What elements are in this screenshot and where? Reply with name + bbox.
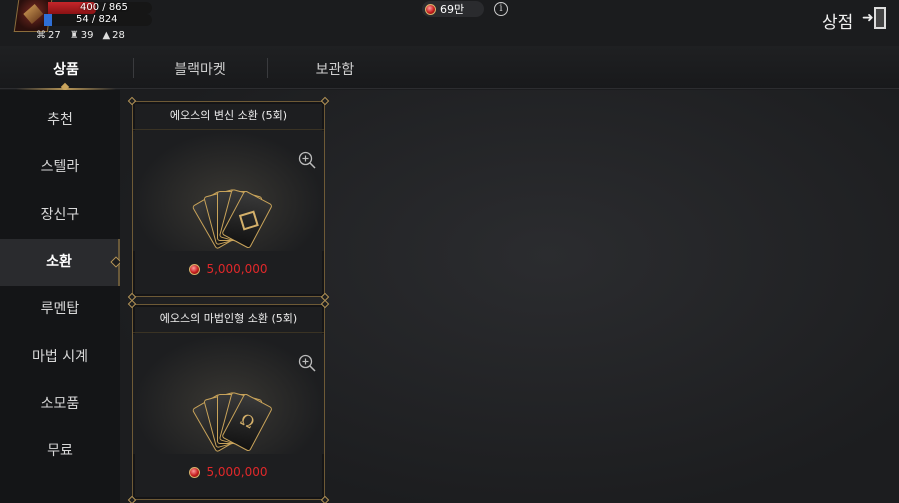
sidebar-item-magic-clock[interactable]: 마법 시계: [0, 334, 120, 381]
hp-bar: 400 / 865: [48, 2, 152, 14]
exit-button[interactable]: ➜: [862, 7, 888, 29]
sidebar-item-lumen-tower[interactable]: 루멘탑: [0, 286, 120, 333]
info-icon[interactable]: i: [494, 2, 508, 16]
tab-divider: [133, 58, 134, 78]
product-price: 5,000,000: [133, 262, 324, 276]
mp-fill: [44, 14, 52, 26]
red-gem-icon: [189, 263, 201, 275]
top-hud: 400 / 865 54 / 824 ⌘ 27 ♜ 39 ▲ 28 69만 i …: [0, 0, 899, 46]
arrow-right-icon: ➜: [862, 10, 874, 26]
page-title: 상점: [822, 13, 854, 33]
zoom-in-icon[interactable]: [298, 354, 316, 372]
product-card[interactable]: 에오스의 마법인형 소환 (5회) 5,000,000: [127, 299, 330, 503]
tab-black-market[interactable]: 블랙마켓: [150, 59, 250, 79]
zoom-in-icon[interactable]: [298, 151, 316, 169]
stat-boot: ▲ 28: [102, 30, 124, 41]
currency-display[interactable]: 69만: [422, 1, 484, 17]
boot-icon: ▲: [102, 30, 111, 41]
product-title: 에오스의 마법인형 소환 (5회): [133, 305, 324, 333]
tab-bar: 상품 블랙마켓 보관함: [0, 46, 899, 92]
class-emblem-icon: [22, 4, 45, 24]
sidebar-item-accessories[interactable]: 장신구: [0, 192, 120, 239]
stat-mount: ♜ 39: [70, 30, 94, 41]
stat-value: 27: [48, 30, 61, 41]
currency-value: 69만: [440, 3, 465, 16]
category-sidebar: 추천 스텔라 장신구 소환 루멘탑 마법 시계 소모품 무료: [0, 90, 122, 503]
product-area: 에오스의 변신 소환 (5회) 5,000,000 에오스의 마법인형 소환 (…: [120, 90, 899, 503]
tab-storage[interactable]: 보관함: [285, 59, 385, 79]
product-price: 5,000,000: [133, 465, 324, 479]
fatigue-icon: ⌘: [36, 30, 46, 41]
red-gem-icon: [425, 3, 436, 15]
mp-bar: 54 / 824: [44, 14, 152, 26]
stat-value: 39: [80, 30, 94, 41]
sidebar-item-label: 소환: [46, 254, 72, 270]
stat-fatigue: ⌘ 27: [36, 30, 61, 41]
price-value: 5,000,000: [206, 262, 268, 276]
product-image: [133, 334, 324, 454]
sidebar-item-stella[interactable]: 스텔라: [0, 144, 120, 191]
product-title: 에오스의 변신 소환 (5회): [133, 102, 324, 130]
door-icon: [874, 7, 886, 29]
card-fan-icon: [181, 364, 281, 453]
card-fan-icon: [181, 161, 281, 250]
price-value: 5,000,000: [206, 465, 268, 479]
status-stats: ⌘ 27 ♜ 39 ▲ 28: [36, 30, 125, 41]
tab-products[interactable]: 상품: [16, 59, 116, 79]
sidebar-item-recommended[interactable]: 추천: [0, 97, 120, 144]
sidebar-item-summon[interactable]: 소환: [0, 239, 122, 286]
mount-icon: ♜: [69, 30, 79, 41]
corner-ornament: [127, 495, 137, 503]
product-image: [133, 131, 324, 251]
tab-divider: [267, 58, 268, 78]
red-gem-icon: [189, 466, 201, 478]
mp-text: 54 / 824: [76, 14, 118, 25]
product-card[interactable]: 에오스의 변신 소환 (5회) 5,000,000: [127, 96, 330, 302]
hp-text: 400 / 865: [80, 2, 128, 13]
sidebar-item-consumables[interactable]: 소모품: [0, 381, 120, 428]
stat-value: 28: [112, 30, 125, 41]
sidebar-item-free[interactable]: 무료: [0, 428, 120, 475]
corner-ornament: [320, 495, 330, 503]
